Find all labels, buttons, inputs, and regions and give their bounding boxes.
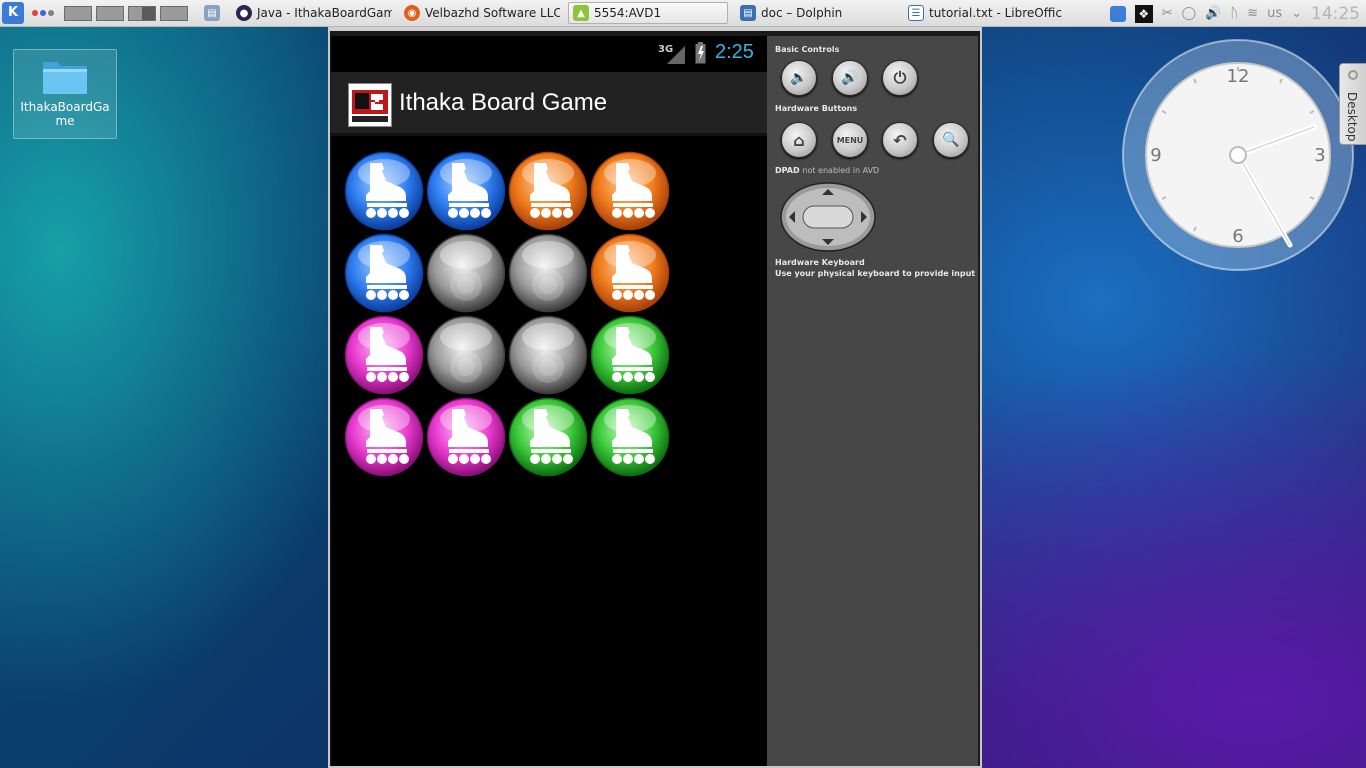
volume-up-icon: 🔊 — [841, 70, 859, 86]
app-action-bar: Ithaka Board Game — [331, 72, 767, 136]
volume-icon[interactable]: 🔊 — [1205, 6, 1221, 21]
system-tray: ❖ ✂ ◯ 🔊 ᚢ ≋ us ⌄ 14:25 — [1109, 0, 1366, 27]
firefox-icon: ◉ — [404, 5, 420, 21]
analog-clock-widget[interactable]: 12 3 6 9 — [1122, 39, 1354, 271]
virtual-desktop-pager[interactable] — [64, 5, 188, 21]
board-piece-blue[interactable] — [344, 233, 424, 313]
board-piece-orange[interactable] — [590, 233, 670, 313]
home-button[interactable]: ⌂ — [781, 122, 817, 158]
emulator-screen[interactable]: 3G 2:25 Ithaka Board Game — [331, 36, 767, 766]
basic-controls-label: Basic Controls — [775, 45, 840, 54]
volume-down-icon: 🔈 — [790, 70, 808, 86]
bluetooth-icon[interactable]: ᚢ — [1230, 6, 1238, 21]
search-icon: 🔍 — [942, 132, 960, 148]
notes-icon: ▤ — [204, 5, 220, 21]
desktop-folder-ithakaboardgame[interactable]: IthakaBoardGame — [13, 49, 117, 139]
task-dolphin[interactable]: ▤ doc – Dolphin — [736, 2, 896, 24]
board-piece-blue[interactable] — [426, 151, 506, 231]
updater-icon[interactable] — [1109, 5, 1126, 22]
dolphin-icon: ▤ — [740, 5, 756, 21]
board-piece-orange[interactable] — [590, 151, 670, 231]
desktop-icon-label: IthakaBoardGame — [20, 100, 110, 128]
board-piece-magenta[interactable] — [344, 315, 424, 395]
kde-menu-icon[interactable]: K — [2, 2, 24, 24]
board-piece-gray[interactable] — [508, 315, 588, 395]
network-manager-icon[interactable]: ◯ — [1182, 6, 1197, 21]
app-title: Ithaka Board Game — [399, 89, 608, 116]
volume-up-button[interactable]: 🔊 — [832, 60, 868, 96]
clock-numeral-3: 3 — [1314, 145, 1325, 166]
wifi-icon[interactable]: ≋ — [1247, 6, 1258, 21]
keyboard-layout-indicator[interactable]: us — [1267, 6, 1282, 21]
task-libreoffice[interactable]: ☰ tutorial.txt - LibreOffic — [904, 2, 1064, 24]
task-label: 5554:AVD1 — [594, 6, 662, 20]
dpad-label: DPAD not enabled in AVD — [775, 166, 879, 175]
desktop-toolbox-tab[interactable]: Desktop — [1339, 63, 1366, 145]
libreoffice-icon: ☰ — [908, 5, 924, 21]
dpad-label-bold: DPAD — [775, 166, 800, 175]
show-desktop-button[interactable]: ▤ — [200, 2, 224, 24]
toolbox-icon — [1348, 70, 1358, 80]
activities-icon[interactable] — [32, 10, 54, 16]
dpad-label-rest: not enabled in AVD — [802, 166, 880, 175]
status-bar-time: 2:25 — [715, 41, 754, 63]
taskbar: K ▤ ● Java - IthakaBoardGam ◉ Velbazhd S… — [0, 0, 1366, 27]
dropbox-icon[interactable]: ❖ — [1134, 4, 1153, 23]
android-status-bar: 3G 2:25 — [331, 36, 767, 72]
menu-button[interactable]: MENU — [832, 122, 868, 158]
folder-icon — [41, 56, 89, 96]
android-icon: ▲ — [573, 5, 589, 21]
board-piece-gray[interactable] — [508, 233, 588, 313]
task-android-emulator[interactable]: ▲ 5554:AVD1 — [568, 2, 728, 24]
board-piece-green[interactable] — [590, 397, 670, 477]
back-button[interactable]: ↶ — [882, 122, 918, 158]
home-icon: ⌂ — [793, 130, 805, 150]
clock-numeral-12: 12 — [1227, 66, 1250, 87]
task-label: Java - IthakaBoardGam — [257, 6, 392, 20]
board-piece-gray[interactable] — [426, 315, 506, 395]
pager-desktop-3[interactable] — [128, 5, 156, 21]
task-firefox[interactable]: ◉ Velbazhd Software LLC — [400, 2, 560, 24]
battery-charging-icon — [695, 42, 706, 64]
search-button[interactable]: 🔍 — [933, 122, 969, 158]
board-piece-blue[interactable] — [344, 151, 424, 231]
task-eclipse[interactable]: ● Java - IthakaBoardGam — [232, 2, 392, 24]
android-emulator-window[interactable]: 3G 2:25 Ithaka Board Game Basic Controls… — [328, 27, 982, 768]
pager-desktop-1[interactable] — [64, 5, 92, 21]
hardware-buttons-label: Hardware Buttons — [775, 104, 858, 113]
tray-expand-icon[interactable]: ⌄ — [1291, 6, 1302, 21]
menu-button-label: MENU — [836, 135, 864, 145]
eclipse-icon: ● — [236, 5, 252, 21]
clock-numeral-6: 6 — [1232, 226, 1243, 247]
hardware-keyboard-title: Hardware Keyboard — [775, 258, 865, 267]
dpad-control[interactable] — [779, 181, 877, 253]
app-logo-icon[interactable] — [348, 83, 392, 127]
taskbar-clock[interactable]: 14:25 — [1311, 4, 1360, 24]
signal-icon — [667, 46, 685, 64]
power-icon: ⏻ — [893, 68, 907, 87]
task-label: Velbazhd Software LLC — [425, 6, 560, 20]
board-piece-gray[interactable] — [426, 233, 506, 313]
task-label: tutorial.txt - LibreOffic — [929, 6, 1062, 20]
hardware-keyboard-hint: Use your physical keyboard to provide in… — [775, 269, 976, 278]
task-label: doc – Dolphin — [761, 6, 843, 20]
clipboard-scissors-icon[interactable]: ✂ — [1162, 6, 1173, 21]
emulator-controls-panel: Basic Controls 🔈 🔊 ⏻ Hardware Buttons ⌂ … — [767, 36, 978, 766]
board-piece-green[interactable] — [590, 315, 670, 395]
volume-down-button[interactable]: 🔈 — [781, 60, 817, 96]
board-piece-green[interactable] — [508, 397, 588, 477]
power-button[interactable]: ⏻ — [882, 60, 918, 96]
board-piece-magenta[interactable] — [426, 397, 506, 477]
board-piece-orange[interactable] — [508, 151, 588, 231]
pager-desktop-4[interactable] — [160, 5, 188, 21]
clock-numeral-9: 9 — [1150, 145, 1161, 166]
board-piece-magenta[interactable] — [344, 397, 424, 477]
desktop-tab-label: Desktop — [1345, 92, 1359, 142]
pager-desktop-2[interactable] — [96, 5, 124, 21]
back-icon: ↶ — [893, 130, 907, 150]
